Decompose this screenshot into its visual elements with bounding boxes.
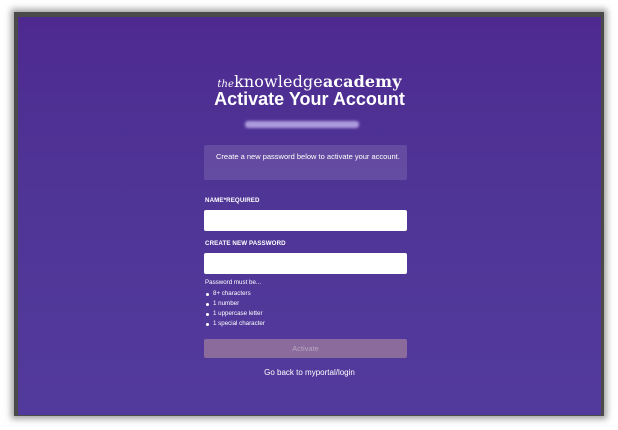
redacted-email [245,121,359,128]
name-field-label: NAME*REQUIRED [205,197,260,204]
page-title: Activate Your Account [214,89,405,109]
requirement-item: 8+ characters [205,289,265,299]
requirement-item: 1 number [205,299,265,309]
info-message-box: Create a new password below to activate … [204,145,407,180]
back-to-login-link[interactable]: Go back to myportal/login [18,368,601,377]
activation-page: theknowledgeacademy Activate Your Accoun… [18,17,601,415]
password-requirements-list: 8+ characters 1 number 1 uppercase lette… [205,289,265,329]
password-field-label: CREATE NEW PASSWORD [205,240,286,247]
requirement-item: 1 uppercase letter [205,309,265,319]
activate-button[interactable]: Activate [204,339,407,358]
info-message-text: Create a new password below to activate … [216,152,400,161]
new-password-input[interactable] [204,253,407,274]
requirement-item: 1 special character [205,319,265,329]
password-requirements-title: Password must be... [205,279,262,286]
name-input[interactable] [204,210,407,231]
